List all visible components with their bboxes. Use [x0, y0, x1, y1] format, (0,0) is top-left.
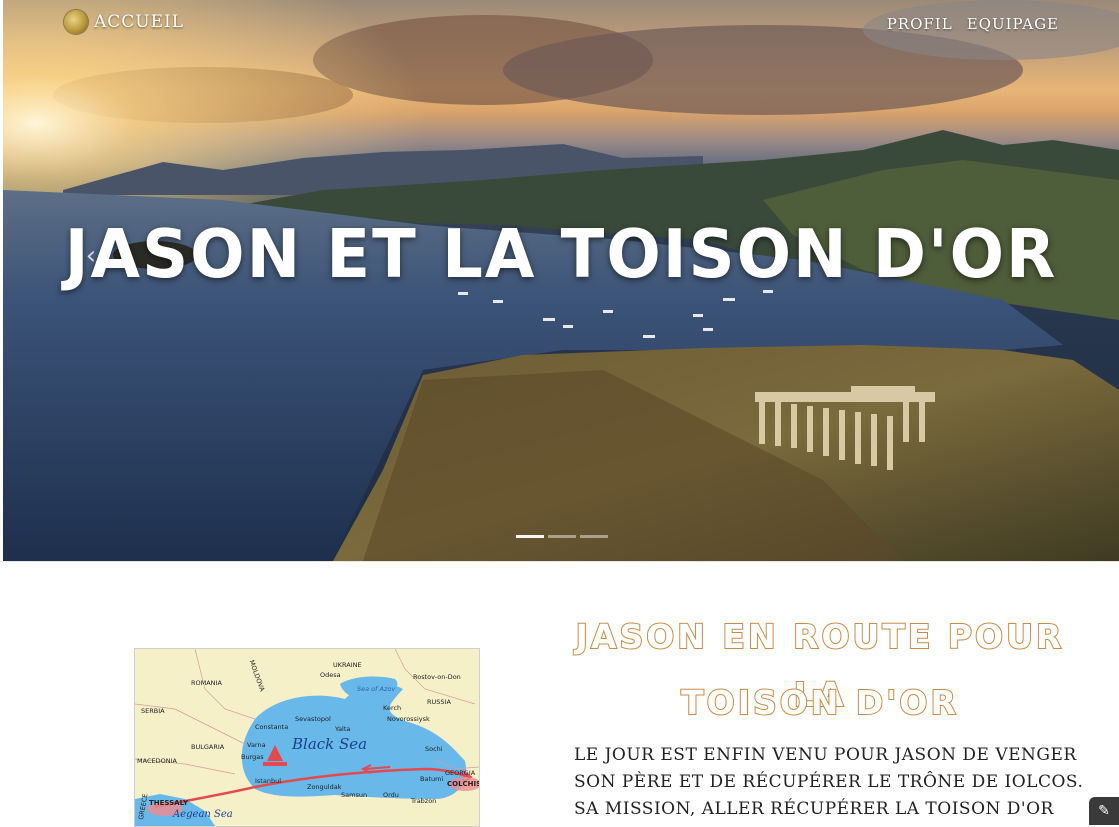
nav-link-equipage[interactable]: Equipage — [967, 15, 1059, 33]
map-city: Sevastopol — [295, 715, 331, 723]
carousel-indicators — [516, 535, 608, 538]
map-city: Trabzon — [411, 797, 437, 805]
map-label-colchis: COLCHIS — [447, 780, 480, 788]
map-label-sea-of-azov: Sea of Azov — [357, 685, 396, 693]
nav-links: Profil Equipage — [887, 15, 1059, 33]
map-city: Burgas — [241, 753, 264, 761]
map-label-romania: ROMANIA — [191, 679, 222, 687]
carousel-indicator-1[interactable] — [516, 535, 544, 538]
hero-title: Jason et la Toison d'Or — [64, 216, 1058, 294]
map-city: Istanbul — [255, 777, 282, 785]
nav-home-label[interactable]: Accueil — [94, 12, 184, 32]
map-city: Rostov-on-Don — [413, 673, 461, 681]
hero-carousel: Accueil Profil Equipage ‹ › Jason et la … — [3, 0, 1119, 561]
map-city: Sochi — [425, 745, 443, 753]
section-divider — [0, 561, 1119, 562]
map-label-georgia: GEORGIA — [445, 769, 476, 777]
map-label-bulgaria: BULGARIA — [191, 743, 225, 751]
widget-icon[interactable]: ✎ — [1089, 797, 1119, 825]
section-title-line2: Toison d'Or — [680, 682, 959, 723]
map-city: Samsun — [341, 791, 368, 799]
map-label-macedonia: MACEDONIA — [137, 757, 177, 765]
gold-coin-icon — [64, 10, 88, 34]
map-label-black-sea: Black Sea — [292, 735, 368, 753]
map-city: Ordu — [383, 791, 399, 799]
carousel-indicator-2[interactable] — [548, 535, 576, 538]
voyage-map-image: ROMANIA UKRAINE MOLDOVA RUSSIA SERBIA BU… — [134, 648, 480, 827]
nav-link-profil[interactable]: Profil — [887, 15, 953, 33]
map-city: Varna — [247, 741, 266, 749]
section-paragraph: Le jour est enfin venu pour Jason de ven… — [574, 742, 1084, 823]
map-label-aegean-sea: Aegean Sea — [173, 809, 233, 820]
map-city: Constanta — [255, 723, 289, 731]
map-label-thessaly: THESSALY — [149, 799, 189, 807]
paragraph-line-1: Le jour est enfin venu pour Jason de ven… — [574, 745, 1077, 765]
map-city: Kerch — [383, 704, 402, 712]
map-city: Zonguldak — [307, 783, 342, 791]
carousel-indicator-3[interactable] — [580, 535, 608, 538]
map-label-ukraine: UKRAINE — [333, 661, 362, 669]
paragraph-line-2: son père et de récupérer le trône de Iol… — [574, 772, 1084, 792]
map-label-russia: RUSSIA — [427, 698, 451, 706]
nav-home-link[interactable]: Accueil — [64, 10, 184, 34]
map-city: Batumi — [420, 775, 444, 783]
paragraph-line-3: Sa mission, aller récupérer la toison d'… — [574, 799, 1054, 819]
map-label-serbia: SERBIA — [141, 707, 165, 715]
map-city: Yalta — [335, 725, 351, 733]
map-city: Odesa — [320, 671, 341, 679]
map-city: Novorossiysk — [387, 715, 430, 723]
